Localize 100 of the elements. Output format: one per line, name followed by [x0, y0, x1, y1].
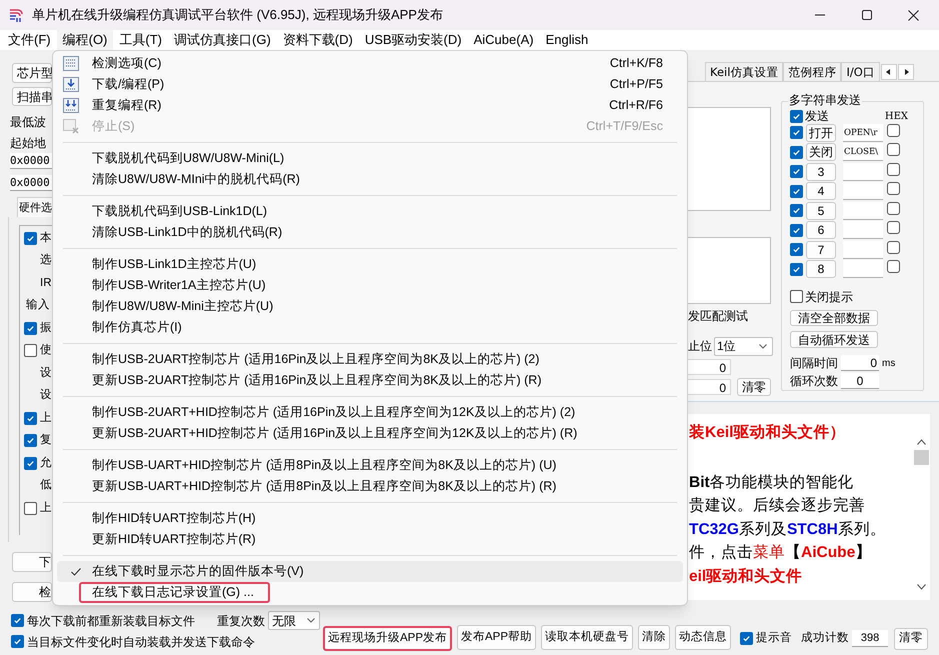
interval-field[interactable]: 0	[841, 355, 879, 372]
checkbox[interactable]	[740, 632, 754, 645]
string-field[interactable]	[843, 260, 883, 278]
address-field[interactable]: 0x0000	[10, 153, 52, 169]
menu-bar-item[interactable]: 编程(O)	[56, 30, 114, 50]
loop-count-field[interactable]: 0	[841, 373, 879, 390]
hex-checkbox[interactable]	[887, 162, 900, 176]
menu-item[interactable]: 清除U8W/U8W-MIni中的脱机代码(R)	[57, 169, 683, 190]
menu-item[interactable]: 更新USB-UART+HID控制芯片 (适用8Pin及以上且程序空间为8K及以上的芯片) (R)	[57, 476, 683, 497]
send-string-button[interactable]: 8	[806, 260, 836, 278]
scroll-up-icon[interactable]	[917, 439, 926, 445]
hex-checkbox[interactable]	[887, 143, 900, 156]
hex-checkbox[interactable]	[887, 260, 900, 274]
chip-type-button[interactable]: 芯片型	[12, 63, 52, 83]
menu-item[interactable]: 制作USB-Writer1A主控芯片(U)	[57, 275, 683, 296]
hex-checkbox[interactable]	[887, 124, 900, 137]
menu-item[interactable]: 制作USB-Link1D主控芯片(U)	[57, 254, 683, 275]
hex-checkbox[interactable]	[887, 182, 900, 196]
menu-item[interactable]: 更新USB-2UART+HID控制芯片 (适用16Pin及以上且程序空间为12K及以上的芯片) (R)	[57, 423, 683, 444]
menu-bar-item[interactable]: 调试仿真接口(G)	[168, 30, 277, 50]
checkbox[interactable]	[24, 232, 37, 245]
scan-port-button[interactable]: 扫描串	[12, 87, 52, 106]
auto-loop-button[interactable]: 自动循环发送	[790, 331, 878, 348]
checkbox[interactable]	[790, 243, 803, 256]
toolbar-button[interactable]: 远程现场升级APP发布	[323, 626, 452, 651]
checkbox[interactable]	[11, 614, 24, 627]
string-field[interactable]	[843, 202, 883, 220]
string-field[interactable]: OPEN\r	[843, 124, 883, 142]
checkbox[interactable]	[790, 110, 803, 122]
checkbox[interactable]	[790, 126, 803, 140]
address-field[interactable]: 0x0000	[10, 175, 52, 191]
scroll-thumb[interactable]	[914, 450, 929, 465]
close-icon[interactable]	[908, 10, 919, 20]
success-count-field[interactable]: 398	[852, 630, 888, 647]
menu-item[interactable]: 下载脱机代码到U8W/U8W-Mini(L)	[57, 148, 683, 169]
repeat-count-select[interactable]: 无限	[268, 611, 320, 630]
menu-bar-item[interactable]: AiCube(A)	[468, 30, 540, 50]
checkbox[interactable]	[790, 224, 803, 237]
menu-item[interactable]: 制作USB-UART+HID控制芯片 (适用8Pin及以上且程序空间为8K及以上的芯片) (U)	[57, 455, 683, 476]
checkbox[interactable]	[790, 204, 803, 218]
string-field[interactable]	[843, 162, 883, 181]
toolbar-button[interactable]: 发布APP帮助	[457, 625, 536, 650]
menu-bar-item[interactable]: 资料下载(D)	[276, 30, 359, 50]
toolbar-button[interactable]: 清除	[638, 625, 670, 650]
clear-all-button[interactable]: 清空全部数据	[790, 310, 878, 326]
send-string-button[interactable]: 4	[806, 182, 836, 200]
checkbox[interactable]	[790, 184, 803, 198]
checkbox[interactable]	[24, 502, 37, 515]
checkbox[interactable]	[24, 344, 37, 358]
menu-item[interactable]: 制作U8W/U8W-Mini主控芯片(U)	[57, 296, 683, 317]
hex-checkbox[interactable]	[887, 221, 900, 234]
checkbox[interactable]	[790, 165, 803, 178]
checkbox[interactable]	[790, 262, 803, 276]
menu-bar-item[interactable]: USB驱动安装(D)	[358, 30, 468, 50]
send-string-button[interactable]: 5	[806, 202, 836, 220]
tab[interactable]: I/O口	[841, 62, 880, 81]
checkbox[interactable]	[790, 290, 803, 304]
menu-item[interactable]: 检测选项(C) Ctrl+K/F8	[57, 53, 683, 74]
send-string-button[interactable]: 关闭	[806, 143, 836, 162]
menu-item[interactable]: 制作USB-2UART+HID控制芯片 (适用16Pin及以上且程序空间为12K及以上的芯片) (2)	[57, 402, 683, 423]
maximize-icon[interactable]	[862, 10, 872, 20]
tab-scroll-left-icon[interactable]	[880, 64, 897, 80]
menu-item[interactable]: 更新HID转UART控制芯片(R)	[57, 529, 683, 550]
string-field[interactable]	[843, 221, 883, 240]
toolbar-button[interactable]: 动态信息	[675, 625, 732, 650]
action-button[interactable]: 下	[12, 552, 52, 572]
tab[interactable]: Keil仿真设置	[705, 62, 784, 81]
checkbox[interactable]	[24, 456, 37, 470]
menu-item[interactable]: 在线下载日志记录设置(G) ...	[57, 582, 683, 603]
send-string-button[interactable]: 7	[806, 240, 836, 259]
menu-bar-item[interactable]: 文件(F)	[2, 30, 57, 50]
tab[interactable]: 范例程序	[783, 62, 842, 81]
menu-item[interactable]: 下载脱机代码到USB-Link1D(L)	[57, 201, 683, 222]
string-field[interactable]	[843, 182, 883, 200]
checkbox[interactable]	[24, 434, 37, 448]
scroll-down-icon[interactable]	[917, 584, 926, 590]
hardware-options-tab[interactable]: 硬件选	[17, 197, 52, 217]
checkbox[interactable]	[790, 146, 803, 159]
checkbox[interactable]	[24, 412, 37, 425]
toolbar-button[interactable]: 读取本机硬盘号	[541, 625, 634, 650]
hex-checkbox[interactable]	[887, 240, 900, 254]
string-field[interactable]: CLOSE\	[843, 143, 883, 162]
menu-item[interactable]: 在线下载时显示芯片的固件版本号(V)	[57, 561, 683, 582]
menu-item[interactable]: 更新USB-2UART控制芯片 (适用16Pin及以上且程序空间为8K及以上的芯片) (R)	[57, 370, 683, 391]
menu-item[interactable]: 制作仿真芯片(I)	[57, 317, 683, 338]
action-button[interactable]: 检	[12, 582, 52, 602]
menu-item[interactable]: 制作HID转UART控制芯片(H)	[57, 508, 683, 529]
send-string-button[interactable]: 打开	[806, 124, 836, 142]
clear-count-button[interactable]: 清零	[894, 628, 928, 650]
checkbox[interactable]	[24, 322, 37, 335]
hex-checkbox[interactable]	[887, 202, 900, 215]
clear-button[interactable]: 清零	[737, 378, 771, 396]
stop-bits-select[interactable]: 1位	[714, 336, 773, 356]
tab-scroll-right-icon[interactable]	[898, 64, 914, 80]
menu-bar-item[interactable]: English	[540, 30, 594, 50]
menu-bar-item[interactable]: 工具(T)	[113, 30, 168, 50]
checkbox[interactable]	[11, 635, 24, 648]
send-string-button[interactable]: 3	[806, 162, 836, 181]
menu-item[interactable]: 重复编程(R) Ctrl+R/F6	[57, 95, 683, 116]
send-string-button[interactable]: 6	[806, 221, 836, 240]
